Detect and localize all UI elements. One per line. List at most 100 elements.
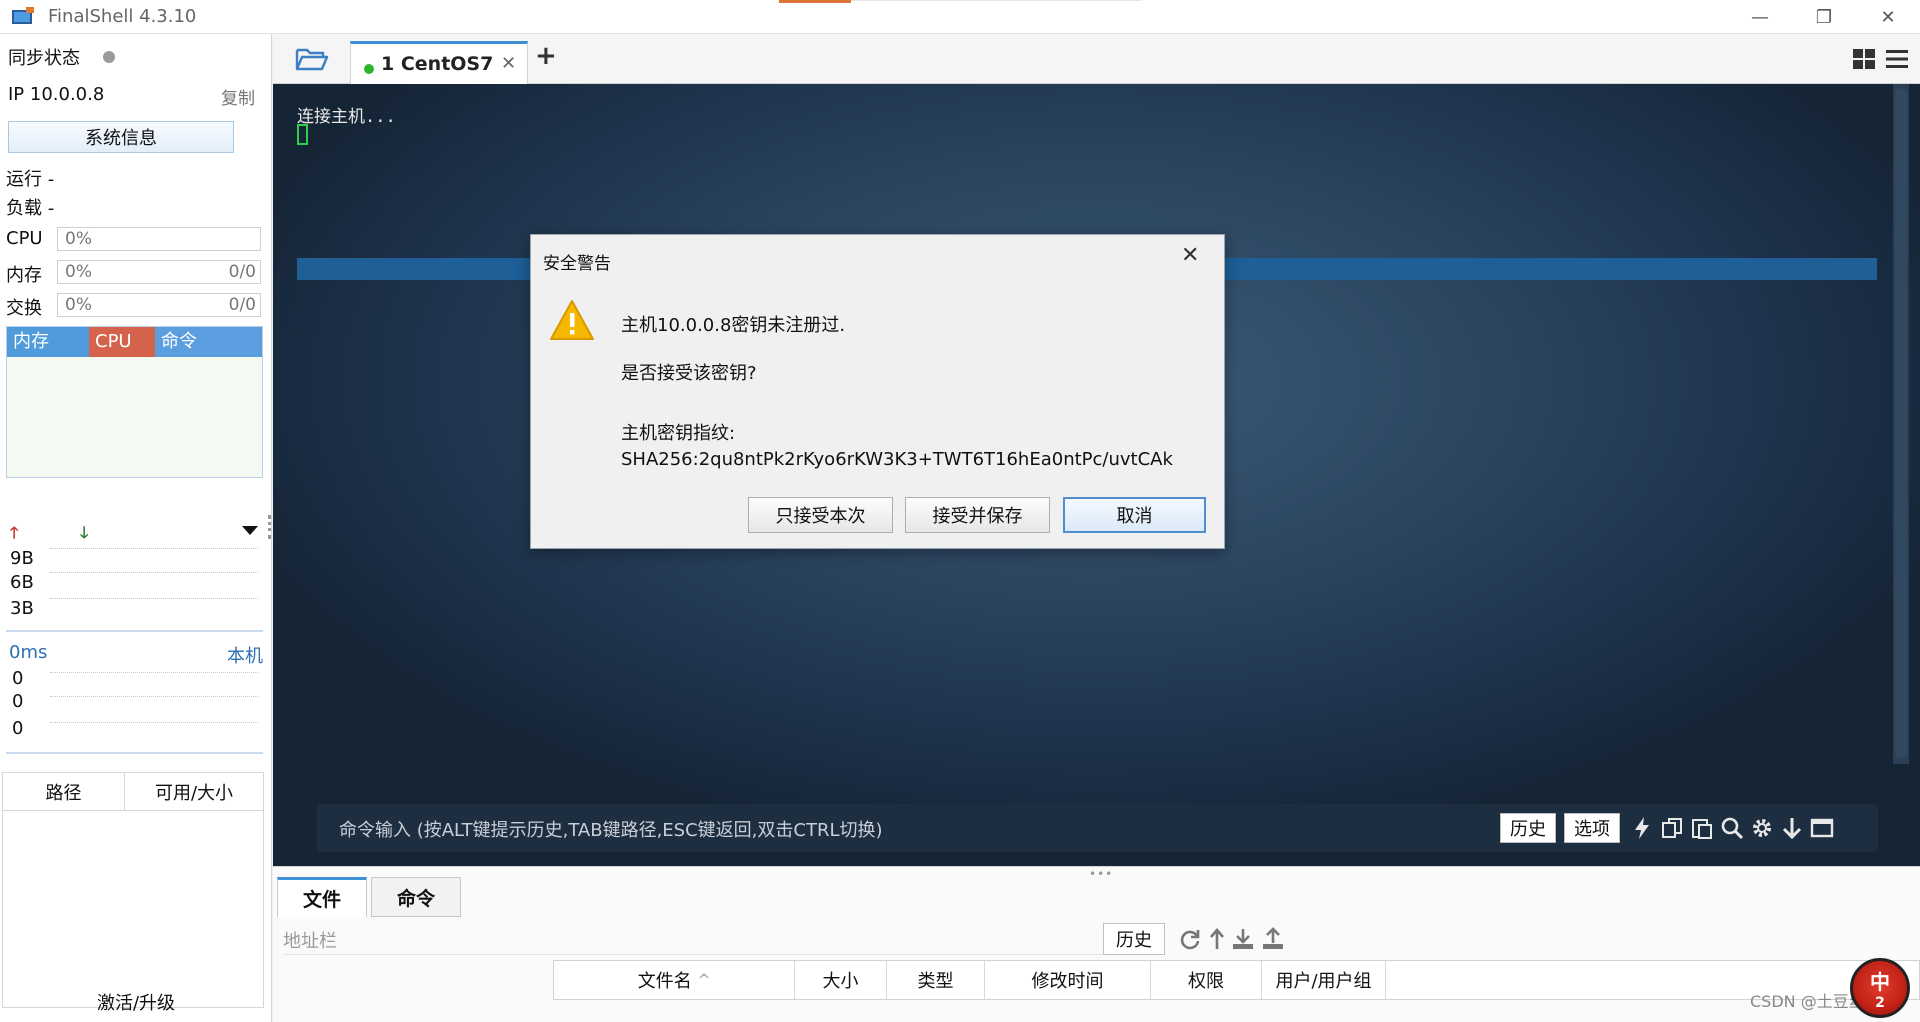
cpu-percent: 0%	[65, 229, 92, 249]
latency-level-label: 0	[12, 668, 24, 689]
maximize-button[interactable]: ❐	[1792, 0, 1856, 34]
disk-col-path[interactable]: 路径	[3, 773, 125, 810]
title-accent-bar	[779, 0, 851, 3]
file-history-button[interactable]: 历史	[1103, 923, 1165, 955]
command-history-button[interactable]: 历史	[1500, 813, 1556, 843]
address-input[interactable]: 地址栏	[283, 925, 1103, 955]
warning-icon	[550, 300, 594, 340]
cancel-button[interactable]: 取消	[1063, 497, 1206, 533]
download-arrow-icon: 🡓	[80, 523, 89, 542]
file-col-modified[interactable]: 修改时间	[985, 961, 1151, 999]
copy-ip-link[interactable]: 复制	[221, 84, 255, 109]
file-col-size[interactable]: 大小	[795, 961, 887, 999]
grid-layout-icon[interactable]	[1853, 49, 1875, 69]
accept-and-save-button[interactable]: 接受并保存	[905, 497, 1050, 533]
dialog-message-line1: 主机10.0.0.8密钥未注册过.	[621, 315, 846, 336]
disk-table: 路径 可用/大小	[2, 772, 264, 1008]
file-col-permission[interactable]: 权限	[1151, 961, 1262, 999]
dialog-message-line2: 是否接受该密钥?	[621, 363, 757, 384]
session-tab-bar: 1 CentOS7 ✕ +	[273, 34, 1920, 84]
swap-ratio: 0/0	[228, 295, 256, 315]
network-gridline	[50, 598, 258, 599]
file-col-name-label: 文件名	[637, 971, 692, 992]
panel-resize-handle[interactable]: •••	[1089, 867, 1113, 881]
ip-address-label: IP 10.0.0.8	[8, 84, 105, 105]
file-col-owner[interactable]: 用户/用户组	[1262, 961, 1386, 999]
copy-icon[interactable]	[1660, 816, 1684, 840]
memory-meter: 0% 0/0	[57, 260, 261, 284]
terminal-scroll-thumb[interactable]	[1895, 88, 1907, 758]
window-icon[interactable]	[1810, 816, 1834, 840]
connection-status-icon	[364, 64, 374, 74]
dialog-close-icon[interactable]: ✕	[1181, 243, 1199, 268]
accept-once-button[interactable]: 只接受本次	[748, 497, 893, 533]
system-info-button[interactable]: 系统信息	[8, 121, 234, 153]
process-col-memory[interactable]: 内存	[7, 327, 89, 357]
tab-centos7[interactable]: 1 CentOS7 ✕	[350, 41, 528, 84]
tab-commands[interactable]: 命令	[371, 877, 461, 917]
terminal-output: 连接主机...	[297, 107, 396, 127]
close-tab-icon[interactable]: ✕	[501, 53, 516, 74]
network-dropdown-icon[interactable]	[242, 526, 258, 535]
paste-icon[interactable]	[1690, 816, 1714, 840]
ime-indicator[interactable]: 中 2	[1850, 958, 1910, 1018]
sync-status-label: 同步状态	[8, 48, 80, 69]
network-gridline	[50, 572, 258, 573]
latency-gridline	[50, 722, 258, 723]
lightning-icon[interactable]	[1630, 816, 1654, 840]
swap-percent: 0%	[65, 295, 92, 315]
tab-label: 1 CentOS7	[381, 53, 494, 75]
window-title: FinalShell 4.3.10	[48, 6, 197, 27]
search-icon[interactable]	[1720, 816, 1744, 840]
disk-table-header: 路径 可用/大小	[3, 773, 263, 811]
sync-status-indicator	[103, 51, 115, 63]
latency-level-label: 0	[12, 718, 24, 739]
dialog-title: 安全警告	[543, 254, 611, 274]
latency-target-link[interactable]: 本机	[227, 642, 263, 668]
terminal-cursor	[297, 124, 308, 145]
uptime-label: 运行 -	[6, 169, 55, 190]
terminal-scrollbar[interactable]	[1893, 84, 1909, 764]
cpu-label: CPU	[6, 228, 43, 249]
open-folder-icon[interactable]	[295, 46, 329, 72]
status-sidebar: 同步状态 IP 10.0.0.8 复制 系统信息 运行 - 负载 - CPU 0…	[0, 34, 272, 1022]
file-col-name[interactable]: 文件名 ^	[554, 961, 795, 999]
refresh-icon[interactable]	[1178, 927, 1202, 951]
menu-icon[interactable]	[1886, 49, 1908, 69]
minimize-button[interactable]: —	[1728, 0, 1792, 34]
sort-ascending-icon: ^	[697, 971, 711, 989]
gear-icon[interactable]	[1750, 816, 1774, 840]
file-panel: ••• 文件 命令 地址栏 历史 文件名 ^ 大小 类型 修改时间 权限 用户/…	[273, 866, 1920, 1022]
process-col-command[interactable]: 命令	[155, 327, 262, 357]
network-level-label: 6B	[10, 572, 34, 593]
network-level-label: 9B	[10, 548, 34, 569]
upload-icon[interactable]	[1261, 927, 1285, 951]
network-level-label: 3B	[10, 598, 34, 619]
arrow-down-icon[interactable]	[1780, 816, 1804, 840]
command-input-hint[interactable]: 命令输入 (按ALT键提示历史,TAB键路径,ESC键返回,双击CTRL切换)	[339, 816, 883, 842]
memory-ratio: 0/0	[228, 262, 256, 282]
file-col-type[interactable]: 类型	[887, 961, 985, 999]
add-tab-button[interactable]: +	[535, 41, 557, 71]
close-window-button[interactable]: ✕	[1856, 0, 1920, 34]
disk-col-size[interactable]: 可用/大小	[125, 773, 263, 810]
process-table: 内存 CPU 命令	[6, 326, 263, 478]
latency-gridline	[50, 696, 258, 697]
swap-meter: 0% 0/0	[57, 293, 261, 317]
latency-gridline	[50, 672, 258, 673]
process-col-cpu[interactable]: CPU	[89, 327, 155, 357]
security-warning-dialog: 安全警告 ✕ 主机10.0.0.8密钥未注册过. 是否接受该密钥? 主机密钥指纹…	[530, 234, 1225, 549]
activate-upgrade-link[interactable]: 激活/升级	[0, 989, 272, 1015]
cpu-meter: 0%	[57, 227, 261, 251]
tab-files[interactable]: 文件	[277, 877, 367, 917]
ime-mode-sub: 2	[1875, 994, 1885, 1011]
sidebar-resize-handle[interactable]	[268, 515, 272, 539]
upload-arrow-icon: 🡑	[10, 523, 19, 542]
parent-folder-icon[interactable]	[1205, 927, 1229, 951]
command-options-button[interactable]: 选项	[1564, 813, 1620, 843]
ime-mode-char: 中	[1870, 969, 1890, 994]
app-logo-icon	[12, 7, 34, 24]
download-icon[interactable]	[1231, 927, 1255, 951]
network-graph: 🡑 🡓 9B 6B 3B	[6, 522, 263, 632]
command-input-bar[interactable]: 命令输入 (按ALT键提示历史,TAB键路径,ESC键返回,双击CTRL切换) …	[317, 804, 1878, 852]
